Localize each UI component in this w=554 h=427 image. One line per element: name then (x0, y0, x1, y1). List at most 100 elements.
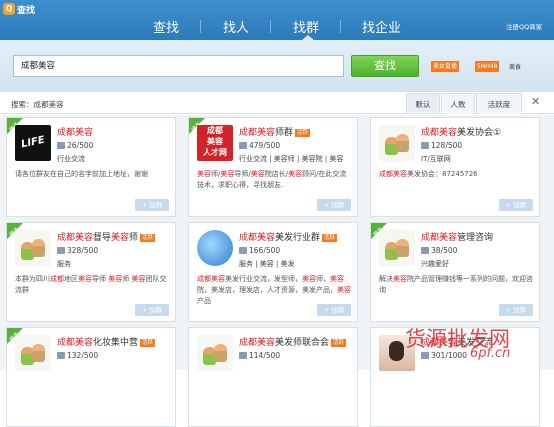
active-badge: 活跃 (140, 339, 156, 347)
group-avatar (15, 230, 51, 266)
group-title-part: 化妆集中营 (93, 338, 139, 348)
group-card[interactable]: 精选成都美容管理咨询38/500兴趣爱好解决美容院产品管理赚钱等一系列的问题，欢… (370, 222, 540, 322)
person-icon (396, 239, 409, 257)
description-part: 导师 (92, 275, 109, 283)
active-badge: 活跃 (295, 129, 311, 137)
portrait-icon (389, 341, 404, 361)
join-group-button[interactable]: + 加群 (499, 199, 533, 211)
group-title-part: 师群 (275, 128, 294, 138)
member-count: 328/500 (57, 246, 98, 255)
group-card[interactable]: 精选成都美容化妆集中营活跃132/500 (6, 327, 176, 427)
group-title-part: 师 (129, 233, 139, 243)
group-avatar (15, 335, 51, 371)
group-title-part: 成都美容 (57, 128, 94, 138)
join-group-button[interactable]: + 加群 (135, 304, 169, 316)
description-part: 请各位群友在自己的名字前加上地址，谢谢 (15, 170, 148, 178)
members-icon (239, 247, 247, 254)
description-part: 院店长/ (264, 170, 289, 178)
group-avatar-label: 美容 (207, 137, 223, 146)
group-title-part: 督导 (93, 233, 112, 243)
group-card[interactable]: 成都美容美发行业群 活跃 166/500 服务 | 美容 | 美发 成都美容美发行业交流… (188, 222, 358, 322)
active-badge: 活跃 (331, 339, 347, 347)
group-title-part: 成都美容 (239, 338, 276, 348)
description-part: 师， (316, 275, 330, 283)
description-part: 师/ (211, 170, 221, 178)
description-part: 院，美发店，理发店，人才资源，美发产品， (197, 286, 337, 294)
description-part: 美容 (78, 275, 92, 283)
members-icon (421, 247, 429, 254)
description-part: 美容 (288, 170, 303, 178)
group-card[interactable]: 精选LIFE成都美容26/500行业交流请各位群友在自己的名字前加上地址，谢谢+… (6, 117, 176, 217)
person-icon (32, 239, 45, 257)
description-part: 行业交流，发型师， (239, 275, 302, 283)
group-title-part: 成都美容 (57, 233, 94, 243)
group-description: 成都美容美发协会：87245726 (379, 169, 535, 180)
description-part: 成都 (50, 275, 64, 283)
group-avatar-label: 人才网 (203, 148, 227, 157)
group-card[interactable]: 精选成都美容督导美容师活跃328/500服务本群为四川成都地区美容导师 美容师 … (6, 222, 176, 322)
member-count-value: 114/500 (249, 351, 281, 360)
member-count: 128/500 (421, 141, 462, 150)
description-part: 美容 (108, 275, 123, 283)
description-part: 美容 (220, 170, 235, 178)
sort-members[interactable]: 人数 (441, 93, 475, 114)
tab-divider (340, 20, 341, 33)
group-title-part: 美发行业群 (275, 233, 321, 243)
search-button[interactable]: 查找 (351, 55, 419, 77)
group-avatar (197, 335, 233, 371)
tab-find-people[interactable]: 找人 (223, 17, 249, 36)
hot-tag-food[interactable]: 美食 (509, 62, 521, 71)
group-avatar (379, 230, 415, 266)
group-title[interactable]: 成都美容化妆集中营 活跃 (57, 335, 156, 348)
members-icon (57, 247, 65, 254)
members-icon (57, 352, 65, 359)
group-title[interactable]: 成都美容美发师联合会 活跃 (239, 335, 347, 348)
group-title[interactable]: 成都美容 (57, 125, 93, 138)
tab-find[interactable]: 查找 (153, 17, 179, 36)
member-count: 132/500 (57, 351, 98, 360)
group-tags: 服务 (57, 260, 71, 268)
group-card[interactable]: 精选成都美容人才网成都美容师群活跃479/500行业交流 | 美容师 | 美容院… (188, 117, 358, 217)
sort-activity[interactable]: 活跃度 (476, 93, 522, 114)
description-part: 美容 (302, 275, 316, 283)
sort-default[interactable]: 默认 (406, 93, 440, 114)
search-input[interactable]: 成都美容 (13, 55, 344, 77)
group-title-part: 美容 (111, 233, 130, 243)
hot-tag-code[interactable]: 5NH48 (475, 61, 500, 72)
group-description: 本群为四川成都地区美容导师 美容师 美容团队交流群 (15, 274, 171, 296)
hot-tag-live[interactable]: 美女直播 (431, 61, 460, 72)
join-group-button[interactable]: + 加群 (135, 199, 169, 211)
member-count: 479/500 (239, 141, 280, 150)
window-title: 查找 (17, 6, 36, 16)
members-icon (421, 352, 429, 359)
group-title[interactable]: 成都美容督导美容师 活跃 (57, 230, 156, 243)
member-count: 166/500 (239, 246, 280, 255)
description-part: 美发 (225, 275, 239, 283)
group-title[interactable]: 成都美容管理咨询 (421, 230, 493, 243)
group-title[interactable]: 成都美容美发行业群 活跃 (239, 230, 338, 243)
description-part: 美容 (131, 275, 146, 283)
group-title-part: 成都美容 (57, 338, 94, 348)
group-tags: 行业交流 (57, 155, 85, 163)
group-card[interactable]: 成都美容美发师联合会 活跃 114/500 (188, 327, 358, 427)
join-group-button[interactable]: + 加群 (317, 199, 351, 211)
group-avatar (379, 125, 415, 161)
join-group-button[interactable]: + 加群 (499, 304, 533, 316)
join-group-button[interactable]: + 加群 (317, 304, 351, 316)
group-title[interactable]: 成都美容美发协会① (421, 125, 501, 138)
group-card[interactable]: 成都美容美发协会① 128/500 IT/互联网 成都美容美发协会：87245726 +… (370, 117, 540, 217)
description-part: 地区 (64, 275, 78, 283)
close-icon[interactable]: ✕ (531, 95, 540, 108)
member-count: 38/500 (421, 246, 457, 255)
group-title[interactable]: 成都美容师群 活跃 (239, 125, 311, 138)
group-avatar (197, 230, 233, 266)
group-tags: 行业交流 | 美容师 | 美容院 | 美容 (239, 155, 344, 163)
header-bar: Q 查找 查找 找人 找群 找企业 注册QQ商家 (0, 0, 554, 40)
description-part: 美容 (337, 286, 351, 294)
group-title-part: 成都美容 (239, 128, 276, 138)
tab-find-business[interactable]: 找企业 (362, 17, 401, 36)
register-link[interactable]: 注册QQ商家 (506, 21, 542, 31)
tab-find-groups[interactable]: 找群 (293, 17, 319, 36)
member-count-value: 166/500 (249, 246, 281, 255)
group-tags: 服务 | 美容 | 美发 (239, 260, 295, 268)
